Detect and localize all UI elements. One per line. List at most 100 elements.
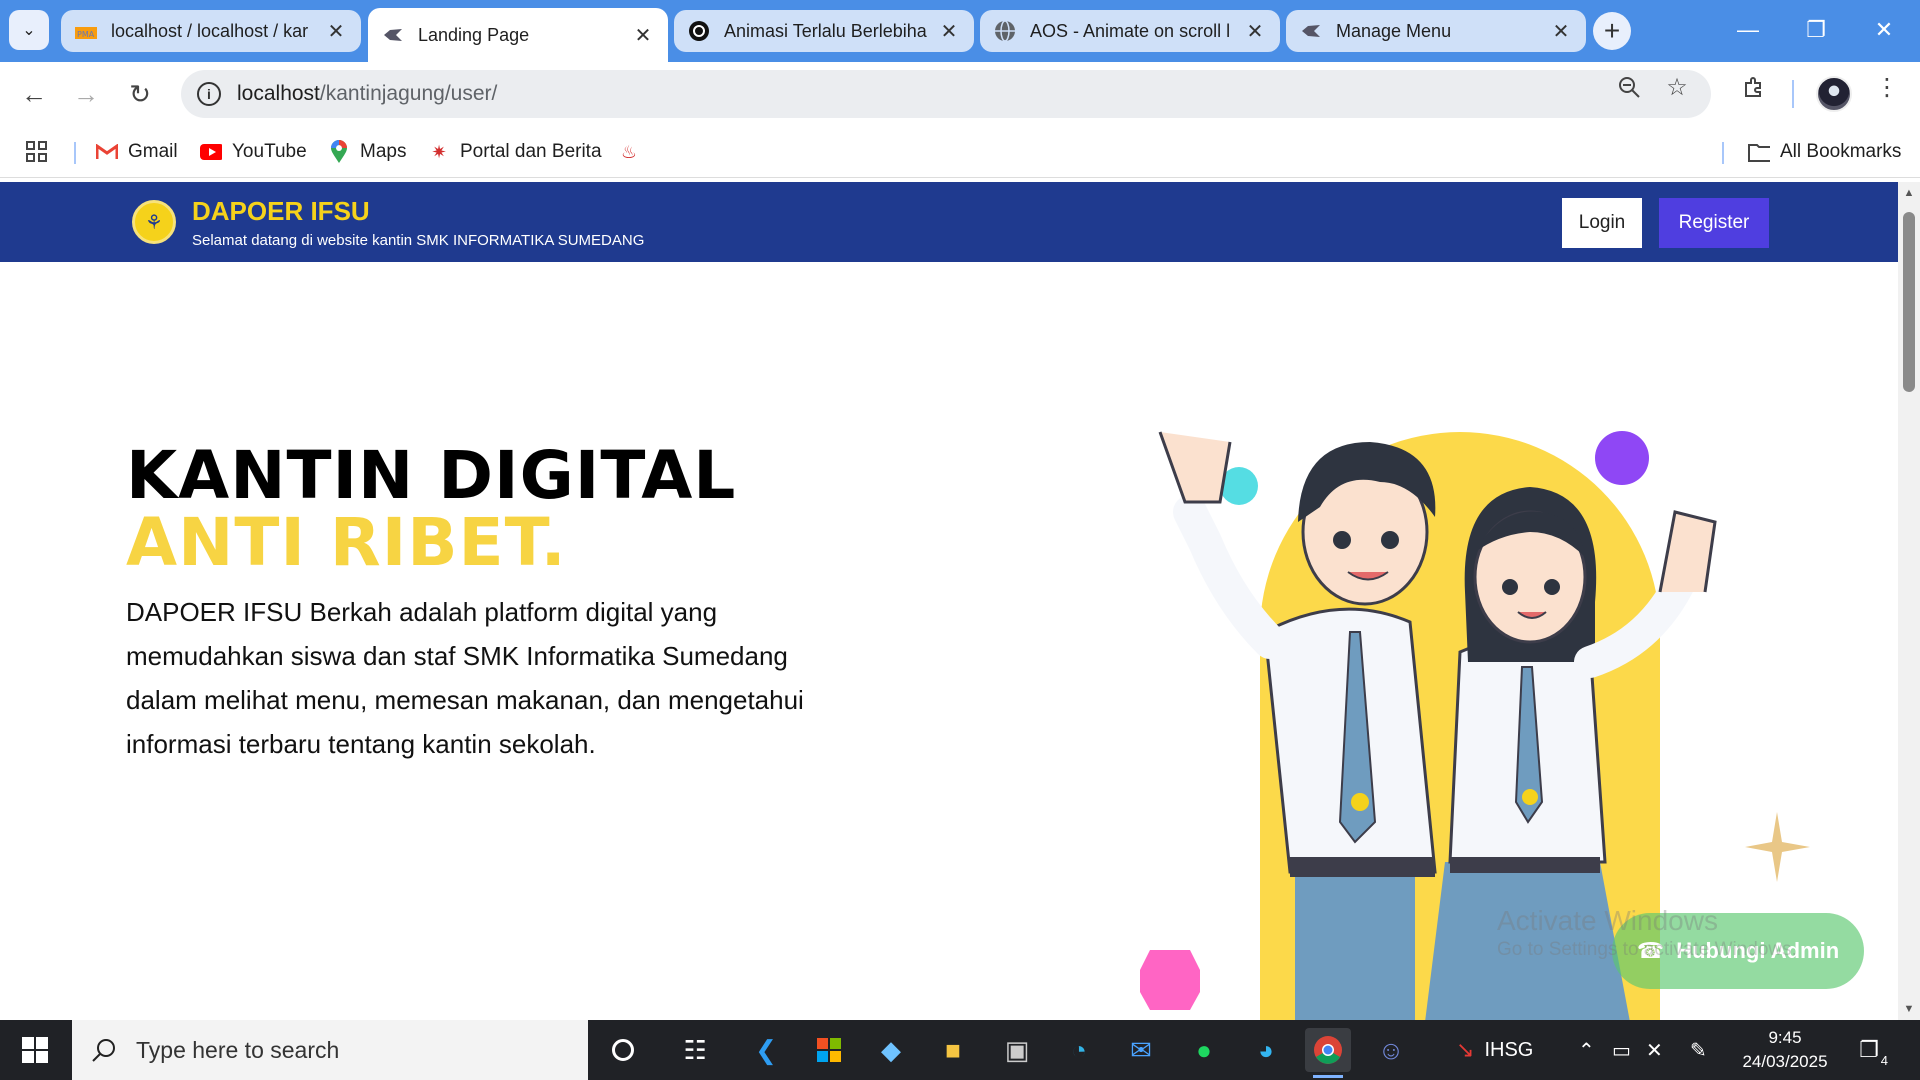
edge-icon: ◔ bbox=[1071, 1034, 1087, 1065]
close-icon[interactable]: ✕ bbox=[325, 20, 347, 43]
tab-manage-menu[interactable]: Manage Menu ✕ bbox=[1286, 10, 1586, 52]
tab-title: localhost / localhost / kar bbox=[111, 20, 309, 41]
url-text: localhost/kantinjagung/user/ bbox=[237, 82, 498, 105]
tab-search-button[interactable]: ⌄ bbox=[9, 10, 49, 50]
youtube-icon bbox=[200, 141, 222, 163]
zoom-icon[interactable] bbox=[1616, 74, 1642, 100]
close-window-button[interactable]: ✕ bbox=[1850, 0, 1918, 60]
address-bar[interactable]: i localhost/kantinjagung/user/ bbox=[181, 70, 1711, 118]
login-button[interactable]: Login bbox=[1562, 198, 1642, 248]
chrome-app[interactable] bbox=[1305, 1028, 1351, 1078]
bookmark-portal-dan-berita[interactable]: ✷ Portal dan Berita bbox=[428, 138, 601, 166]
close-icon[interactable]: ✕ bbox=[632, 24, 654, 47]
pink-octagon-decoration bbox=[1140, 950, 1200, 1010]
search-icon bbox=[90, 1036, 118, 1064]
tab-chatgpt[interactable]: Animasi Terlalu Berlebiha ✕ bbox=[674, 10, 974, 52]
system-clock[interactable]: 9:45 24/03/2025 bbox=[1730, 1026, 1840, 1074]
apps-grid-button[interactable] bbox=[26, 138, 48, 166]
profile-avatar[interactable] bbox=[1816, 76, 1852, 112]
chrome-icon bbox=[1314, 1036, 1342, 1064]
site-info-icon[interactable]: i bbox=[197, 82, 221, 106]
page-viewport: ⚘ DAPOER IFSU Selamat datang di website … bbox=[0, 182, 1898, 1020]
notification-center-button[interactable]: ❐ 4 bbox=[1852, 1034, 1888, 1068]
tray-overflow-icon[interactable]: ⌃ bbox=[1578, 1020, 1595, 1080]
discord-app[interactable]: ☺ bbox=[1368, 1028, 1414, 1072]
tab-title: AOS - Animate on scroll l bbox=[1030, 20, 1231, 41]
bookmark-gmail[interactable]: Gmail bbox=[96, 138, 178, 166]
notification-icon: ❐ bbox=[1859, 1037, 1879, 1062]
volume-muted-icon[interactable]: ✕ bbox=[1646, 1020, 1663, 1080]
toolbar-divider bbox=[1792, 80, 1794, 108]
activate-windows-watermark: Activate Windows Go to Settings to activ… bbox=[1497, 905, 1797, 961]
search-placeholder: Type here to search bbox=[136, 1036, 340, 1063]
tab-title: Manage Menu bbox=[1336, 20, 1452, 41]
mail-app[interactable]: ✉ bbox=[1118, 1028, 1164, 1072]
stock-label: IHSG bbox=[1484, 1038, 1534, 1061]
spotify-app[interactable]: ● bbox=[1181, 1028, 1227, 1072]
bookmark-youtube[interactable]: YouTube bbox=[200, 138, 307, 166]
tab-phpmyadmin[interactable]: PMA localhost / localhost / kar ✕ bbox=[61, 10, 361, 52]
mail-icon: ✉ bbox=[1130, 1034, 1152, 1065]
tab-landing-page[interactable]: Landing Page ✕ bbox=[368, 8, 668, 62]
store-app[interactable] bbox=[806, 1028, 852, 1072]
bookmark-label: YouTube bbox=[232, 141, 307, 162]
sparkle-decoration bbox=[1745, 812, 1810, 882]
new-tab-button[interactable]: + bbox=[1593, 12, 1631, 50]
vscode-app[interactable]: ❮ bbox=[743, 1028, 789, 1072]
start-button[interactable] bbox=[0, 1020, 70, 1080]
task-view-button[interactable]: ☷ bbox=[672, 1028, 718, 1072]
bookmark-star-icon[interactable]: ☆ bbox=[1664, 74, 1690, 101]
windows-logo-icon bbox=[22, 1037, 48, 1063]
battery-icon[interactable]: ▭ bbox=[1612, 1020, 1631, 1080]
elephant-app[interactable]: ◕ bbox=[1243, 1028, 1289, 1072]
elephant-icon: ◕ bbox=[1258, 1034, 1274, 1065]
site-tagline: Selamat datang di website kantin SMK INF… bbox=[192, 232, 645, 249]
bookmark-extra[interactable]: ♨ bbox=[618, 138, 650, 166]
watermark-title: Activate Windows bbox=[1497, 905, 1718, 936]
scroll-down-arrow-icon[interactable]: ▼ bbox=[1902, 1002, 1916, 1016]
extensions-icon[interactable] bbox=[1741, 74, 1767, 100]
all-bookmarks-button[interactable]: All Bookmarks bbox=[1748, 138, 1901, 166]
clock-time: 9:45 bbox=[1768, 1028, 1802, 1047]
apps-grid-icon bbox=[26, 141, 47, 162]
hero-title-line2: ANTI RIBET. bbox=[126, 504, 567, 581]
tab-aos[interactable]: AOS - Animate on scroll l ✕ bbox=[980, 10, 1280, 52]
portal-icon: ✷ bbox=[431, 141, 447, 162]
cortana-icon bbox=[612, 1039, 634, 1061]
cortana-button[interactable] bbox=[600, 1028, 646, 1072]
school-logo[interactable]: ⚘ bbox=[132, 200, 176, 244]
taskbar-search[interactable]: Type here to search bbox=[72, 1020, 588, 1080]
close-icon: ✕ bbox=[1874, 17, 1894, 42]
menu-kebab-icon[interactable]: ⋮ bbox=[1874, 74, 1900, 101]
minimize-icon: — bbox=[1737, 17, 1759, 42]
close-icon[interactable]: ✕ bbox=[1244, 20, 1266, 43]
windows-taskbar: Type here to search ☷ ❮ ◆ ■ ▣ ◔ ✉ ● ◕ ☺ … bbox=[0, 1020, 1920, 1080]
restore-button[interactable]: ❐ bbox=[1782, 0, 1850, 60]
hero-title-line1: KANTIN DIGITAL bbox=[126, 437, 737, 514]
back-button[interactable]: ← bbox=[14, 74, 54, 114]
bookmark-divider bbox=[74, 142, 76, 164]
m365-app[interactable]: ◆ bbox=[868, 1028, 914, 1072]
folder-icon: ■ bbox=[945, 1034, 961, 1065]
close-icon[interactable]: ✕ bbox=[1550, 20, 1572, 43]
register-button[interactable]: Register bbox=[1659, 198, 1769, 248]
edge-app[interactable]: ◔ bbox=[1056, 1028, 1102, 1072]
site-brand[interactable]: DAPOER IFSU bbox=[192, 196, 370, 227]
bookmarks-bar: Gmail YouTube Maps ✷ Portal dan Berita ♨… bbox=[0, 126, 1920, 178]
scrollbar-thumb[interactable] bbox=[1903, 212, 1915, 392]
file-explorer-app[interactable]: ■ bbox=[930, 1028, 976, 1072]
forward-button[interactable]: → bbox=[66, 74, 106, 114]
camera-app[interactable]: ▣ bbox=[994, 1028, 1040, 1072]
bookmark-maps[interactable]: Maps bbox=[328, 138, 406, 166]
pen-icon[interactable]: ✎ bbox=[1690, 1020, 1707, 1080]
reload-button[interactable]: ↻ bbox=[120, 74, 160, 114]
purple-dot-decoration bbox=[1595, 431, 1649, 485]
minimize-button[interactable]: — bbox=[1714, 0, 1782, 60]
close-icon[interactable]: ✕ bbox=[938, 20, 960, 43]
site-logo-icon bbox=[382, 24, 404, 46]
tab-strip: ⌄ PMA localhost / localhost / kar ✕ Land… bbox=[0, 0, 1920, 62]
scroll-up-arrow-icon[interactable]: ▲ bbox=[1902, 186, 1916, 200]
hero-description: DAPOER IFSU Berkah adalah platform digit… bbox=[126, 597, 804, 759]
page-scrollbar[interactable]: ▲ ▼ bbox=[1898, 182, 1920, 1020]
stock-widget[interactable]: ↘ IHSG bbox=[1456, 1020, 1533, 1080]
